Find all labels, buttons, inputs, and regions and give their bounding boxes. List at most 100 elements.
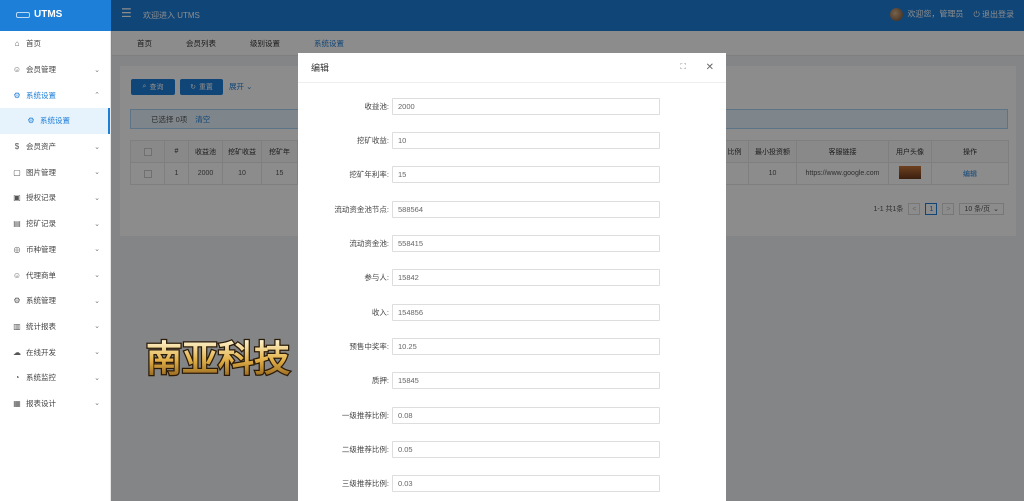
- sidebar-item-label: 系统设置: [26, 90, 56, 100]
- sidebar-item-system-settings[interactable]: ⚙ 系统设置 ⌃: [0, 82, 110, 108]
- sidebar-item-report-design[interactable]: ▦ 报表设计 ⌄: [0, 391, 110, 417]
- sidebar-item-agents[interactable]: ☺ 代理商单 ⌄: [0, 262, 110, 288]
- chevron-up-icon: ⌃: [94, 92, 100, 100]
- field-label: 参与人:: [364, 272, 389, 282]
- chevron-down-icon: ⌄: [94, 220, 100, 228]
- sidebar-item-label: 系统设置: [40, 116, 70, 126]
- sidebar-item-label: 统计报表: [26, 321, 56, 331]
- form-row-liquidity-pool: 流动资金池: 558415: [298, 234, 726, 252]
- chevron-down-icon: ⌄: [94, 323, 100, 331]
- field-label: 预售中奖率:: [349, 341, 389, 351]
- chevron-down-icon: ⌄: [94, 66, 100, 74]
- sidebar-item-coins[interactable]: ◎ 币种管理 ⌄: [0, 237, 110, 263]
- logo-icon: [16, 11, 30, 18]
- form-row-level2-referral: 二级推荐比例: 0.05: [298, 440, 726, 458]
- fullscreen-icon[interactable]: ⛶: [680, 62, 686, 72]
- field-label: 收益池:: [364, 101, 389, 111]
- chevron-down-icon: ⌄: [94, 297, 100, 305]
- level3-referral-input[interactable]: 0.03: [392, 474, 660, 492]
- field-label: 流动资金池节点:: [334, 204, 389, 214]
- chevron-down-icon: ⌄: [94, 143, 100, 151]
- sidebar-item-label: 会员管理: [26, 65, 56, 75]
- field-label: 流动资金池:: [349, 238, 389, 248]
- chevron-down-icon: ⌄: [94, 400, 100, 408]
- modal-title: 编辑: [311, 63, 330, 73]
- sidebar-item-mining-records[interactable]: ▤ 挖矿记录 ⌄: [0, 211, 110, 237]
- field-label: 一级推荐比例:: [341, 410, 389, 420]
- field-label: 收入:: [371, 307, 389, 317]
- liquidity-pool-node-input[interactable]: 588564: [392, 200, 660, 218]
- form-row-pledge: 质押: 15845: [298, 371, 726, 389]
- mining-annual-rate-input[interactable]: 15: [392, 165, 660, 183]
- sidebar-item-label: 代理商单: [26, 270, 56, 280]
- close-icon[interactable]: ✕: [706, 62, 714, 73]
- sidebar-item-members[interactable]: ☺ 会员管理 ⌄: [0, 57, 110, 83]
- liquidity-pool-input[interactable]: 558415: [392, 234, 660, 252]
- modal-header: 编辑 ⛶ ✕: [298, 53, 726, 83]
- agent-icon: ☺: [12, 270, 22, 280]
- form-row-mining-income: 挖矿收益: 10: [298, 131, 726, 149]
- field-label: 质押:: [371, 375, 389, 385]
- gear-icon: ⚙: [27, 116, 35, 126]
- revenue-input[interactable]: 154856: [392, 303, 660, 321]
- sidebar-item-label: 授权记录: [26, 193, 56, 203]
- image-icon: ▢: [13, 167, 21, 177]
- participants-input[interactable]: 15842: [392, 268, 660, 286]
- sidebar-item-label: 系统管理: [26, 296, 56, 306]
- sidebar-item-label: 会员资产: [26, 142, 56, 152]
- chevron-down-icon: ⌄: [94, 246, 100, 254]
- sidebar-item-statistics[interactable]: ▥ 统计报表 ⌄: [0, 314, 110, 340]
- sidebar-item-home[interactable]: ⌂ 首页: [0, 31, 110, 57]
- chevron-down-icon: ⌄: [94, 374, 100, 382]
- sidebar-item-monitor[interactable]: ◔ 系统监控 ⌄: [0, 365, 110, 391]
- sidebar-subitem-system-settings[interactable]: ⚙ 系统设置: [0, 108, 110, 134]
- form-row-presale-win-rate: 预售中奖率: 10.25: [298, 337, 726, 355]
- form-row-level1-referral: 一级推荐比例: 0.08: [298, 406, 726, 424]
- level2-referral-input[interactable]: 0.05: [392, 440, 660, 458]
- form-row-mining-annual-rate: 挖矿年利率: 15: [298, 165, 726, 183]
- sidebar-item-label: 图片管理: [26, 167, 56, 177]
- chevron-down-icon: ⌄: [94, 349, 100, 357]
- form-row-participants: 参与人: 15842: [298, 268, 726, 286]
- app-title: UTMS: [34, 9, 63, 20]
- brand-watermark-logo: 南亚科技: [145, 338, 292, 381]
- gear-icon: ⚙: [13, 90, 21, 100]
- chevron-down-icon: ⌄: [94, 194, 100, 202]
- mining-income-input[interactable]: 10: [392, 131, 660, 149]
- user-icon: ☺: [12, 65, 22, 75]
- chevron-down-icon: ⌄: [94, 169, 100, 177]
- presale-win-rate-input[interactable]: 10.25: [392, 337, 660, 355]
- watermark-text: 南亚科技: [146, 339, 290, 380]
- sidebar-item-system-management[interactable]: ⚙ 系统管理 ⌄: [0, 288, 110, 314]
- app-logo: UTMS: [16, 9, 62, 20]
- form-row-revenue: 收入: 154856: [298, 303, 726, 321]
- form-row-income-pool: 收益池: 2000: [298, 97, 726, 115]
- mining-icon: ▤: [13, 219, 21, 229]
- monitor-icon: ◔: [14, 373, 20, 383]
- sidebar-item-online-dev[interactable]: ☁ 在线开发 ⌄: [0, 339, 110, 365]
- sidebar-item-label: 系统监控: [26, 373, 56, 383]
- field-label: 挖矿收益:: [356, 135, 389, 145]
- home-icon: ⌂: [14, 39, 20, 49]
- sidebar-item-label: 报表设计: [26, 398, 56, 408]
- pledge-input[interactable]: 15845: [392, 371, 660, 389]
- chart-icon: ▥: [13, 321, 21, 331]
- field-label: 二级推荐比例:: [341, 444, 389, 454]
- report-icon: ▦: [13, 398, 21, 408]
- record-icon: ▣: [13, 193, 21, 203]
- chevron-down-icon: ⌄: [94, 272, 100, 280]
- sidebar-item-label: 挖矿记录: [26, 219, 56, 229]
- level1-referral-input[interactable]: 0.08: [392, 406, 660, 424]
- gear-icon: ⚙: [13, 296, 21, 306]
- form-row-liquidity-pool-node: 流动资金池节点: 588564: [298, 200, 726, 218]
- coin-icon: ◎: [13, 244, 21, 254]
- sidebar-item-label: 首页: [26, 39, 41, 49]
- wallet-icon: $: [14, 142, 20, 152]
- sidebar-item-auth-records[interactable]: ▣ 授权记录 ⌄: [0, 185, 110, 211]
- sidebar-item-label: 在线开发: [26, 347, 56, 357]
- sidebar-item-images[interactable]: ▢ 图片管理 ⌄: [0, 159, 110, 185]
- sidebar-item-assets[interactable]: $ 会员资产 ⌄: [0, 134, 110, 160]
- sidebar: ⌂ 首页 ☺ 会员管理 ⌄ ⚙ 系统设置 ⌃ ⚙ 系统设置 $ 会员资产 ⌄ ▢ 图片管理 ⌄ ▣ 授…: [0, 31, 111, 501]
- field-label: 三级推荐比例:: [341, 478, 389, 488]
- income-pool-input[interactable]: 2000: [392, 97, 660, 115]
